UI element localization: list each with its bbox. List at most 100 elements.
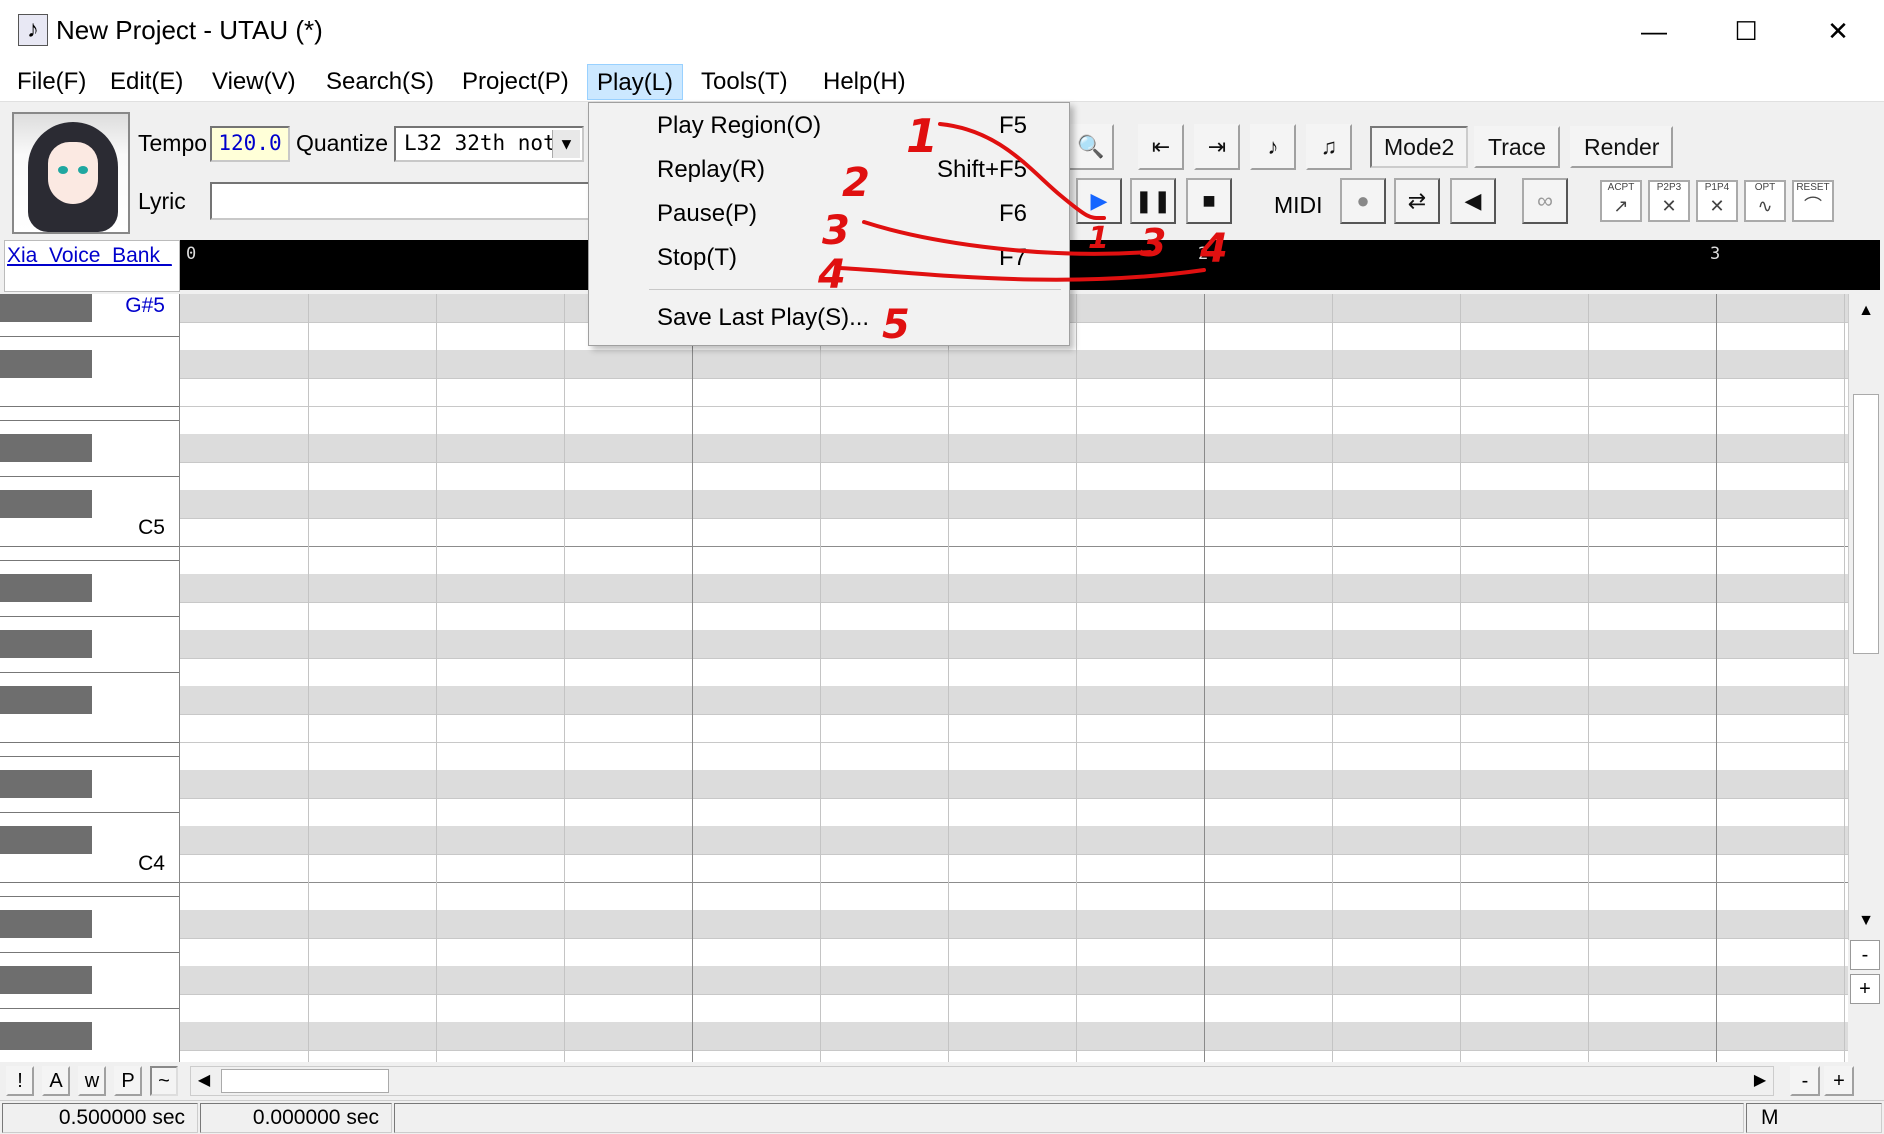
grid-line: [180, 994, 1848, 995]
trace-button[interactable]: Trace: [1474, 126, 1560, 168]
scroll-down-icon[interactable]: ▼: [1851, 906, 1881, 936]
scroll-thumb[interactable]: [221, 1069, 389, 1093]
black-key[interactable]: [0, 966, 92, 994]
note-left-icon[interactable]: ♪: [1250, 124, 1296, 170]
menu-separator: [649, 289, 1061, 290]
black-key[interactable]: [0, 1022, 92, 1050]
grid-beat-line: [308, 294, 309, 1062]
render-button[interactable]: Render: [1570, 126, 1674, 168]
stop-icon[interactable]: ■: [1186, 178, 1232, 224]
grid-line: [180, 854, 1848, 855]
grid-beat-line: [1844, 294, 1845, 1062]
grid-beat-line: [820, 294, 821, 1062]
black-key[interactable]: [0, 434, 92, 462]
vertical-scrollbar[interactable]: ▲ ▼: [1848, 294, 1882, 940]
close-button[interactable]: ✕: [1792, 0, 1884, 62]
lyric-label: Lyric: [138, 188, 186, 214]
minimize-button[interactable]: —: [1608, 0, 1700, 62]
scroll-up-icon[interactable]: ▲: [1851, 296, 1881, 326]
grid-beat-line: [948, 294, 949, 1062]
p2p3-button[interactable]: P2P3 ✕: [1648, 180, 1690, 222]
white-key-edge: [0, 756, 179, 757]
mode2-button[interactable]: Mode2: [1370, 126, 1469, 168]
grid-beat-line: [436, 294, 437, 1062]
black-key[interactable]: [0, 770, 92, 798]
tool-button-w[interactable]: w: [78, 1066, 106, 1096]
record-icon[interactable]: ●: [1340, 178, 1386, 224]
menu-tools[interactable]: Tools(T): [692, 64, 797, 100]
zoom-out-icon[interactable]: 🔍: [1068, 124, 1114, 170]
menu-project[interactable]: Project(P): [453, 64, 578, 100]
grid-beat-line: [1076, 294, 1077, 1062]
grid-row-black: [180, 350, 1848, 378]
black-key[interactable]: [0, 910, 92, 938]
black-key[interactable]: [0, 686, 92, 714]
menu-file[interactable]: File(F): [8, 64, 95, 100]
note-right-icon[interactable]: ♫: [1306, 124, 1352, 170]
black-key[interactable]: [0, 630, 92, 658]
measure-label: 0: [186, 244, 197, 264]
scroll-right-icon[interactable]: ▶: [1747, 1067, 1773, 1095]
tool-button-a[interactable]: A: [42, 1066, 70, 1096]
menu-help[interactable]: Help(H): [814, 64, 915, 100]
note-icon: ♪: [18, 14, 48, 46]
scroll-thumb[interactable]: [1853, 394, 1879, 654]
black-key[interactable]: [0, 294, 92, 322]
menu-item-stop[interactable]: Stop(T) F7: [589, 237, 1069, 279]
scroll-left-icon[interactable]: ◀: [191, 1067, 217, 1095]
acpt-button[interactable]: ACPT ↗: [1600, 180, 1642, 222]
hzoom-minus-button[interactable]: -: [1790, 1066, 1820, 1096]
measure-label: 3: [1710, 244, 1721, 264]
menu-item-pause[interactable]: Pause(P) F6: [589, 193, 1069, 235]
go-start-icon[interactable]: ⇤: [1138, 124, 1184, 170]
reset-button[interactable]: RESET ⌒: [1792, 180, 1834, 222]
menu-item-replay[interactable]: Replay(R) Shift+F5: [589, 149, 1069, 191]
window-title: New Project - UTAU (*): [56, 15, 323, 45]
black-key[interactable]: [0, 826, 92, 854]
white-key-edge: [0, 812, 179, 813]
grid-beat-line: [1332, 294, 1333, 1062]
grid-row-black: [180, 574, 1848, 602]
voice-bank-avatar[interactable]: [12, 112, 130, 234]
opt-button[interactable]: OPT ∿: [1744, 180, 1786, 222]
p1p4-button[interactable]: P1P4 ✕: [1696, 180, 1738, 222]
menu-edit[interactable]: Edit(E): [101, 64, 192, 100]
midi-input-icon[interactable]: ⇄: [1394, 178, 1440, 224]
tempo-input[interactable]: 120.0: [210, 126, 290, 162]
grid-line: [180, 1050, 1848, 1051]
white-key-edge: [0, 952, 179, 953]
note-grid[interactable]: [180, 294, 1848, 1062]
grid-line: [180, 518, 1848, 519]
speaker-icon[interactable]: ◀: [1450, 178, 1496, 224]
menu-item-play-region[interactable]: Play Region(O) F5: [589, 105, 1069, 147]
menu-play[interactable]: Play(L): [587, 64, 684, 100]
vzoom-plus-button[interactable]: +: [1850, 974, 1880, 1004]
grid-beat-line: [564, 294, 565, 1062]
piano-keyboard[interactable]: G#5 C5 C4: [0, 294, 180, 1062]
black-key[interactable]: [0, 574, 92, 602]
vzoom-minus-button[interactable]: -: [1850, 940, 1880, 970]
pause-icon[interactable]: ❚❚: [1130, 178, 1176, 224]
menu-view[interactable]: View(V): [203, 64, 305, 100]
grid-row-black: [180, 966, 1848, 994]
menu-search[interactable]: Search(S): [317, 64, 443, 100]
chevron-down-icon[interactable]: ▼: [552, 130, 580, 158]
hzoom-plus-button[interactable]: +: [1824, 1066, 1854, 1096]
go-end-icon[interactable]: ⇥: [1194, 124, 1240, 170]
grid-line: [180, 602, 1848, 603]
white-key-edge: [0, 476, 179, 477]
loop-icon[interactable]: ∞: [1522, 178, 1568, 224]
horizontal-scrollbar[interactable]: ◀ ▶: [190, 1066, 1774, 1096]
black-key[interactable]: [0, 350, 92, 378]
black-key[interactable]: [0, 490, 92, 518]
tool-button-p[interactable]: P: [114, 1066, 142, 1096]
menu-item-save-last-play[interactable]: Save Last Play(S)...: [589, 297, 1069, 339]
grid-row-black: [180, 686, 1848, 714]
tool-button-bang[interactable]: !: [6, 1066, 34, 1096]
lyric-input[interactable]: [210, 182, 590, 220]
maximize-button[interactable]: ☐: [1700, 0, 1792, 62]
voice-bank-name[interactable]: Xia_Voice_Bank_: [4, 240, 180, 292]
tool-button-tilde[interactable]: ~: [150, 1066, 178, 1096]
play-icon[interactable]: ▶: [1076, 178, 1122, 224]
quantize-select[interactable]: L32 32th note ▼: [394, 126, 584, 162]
